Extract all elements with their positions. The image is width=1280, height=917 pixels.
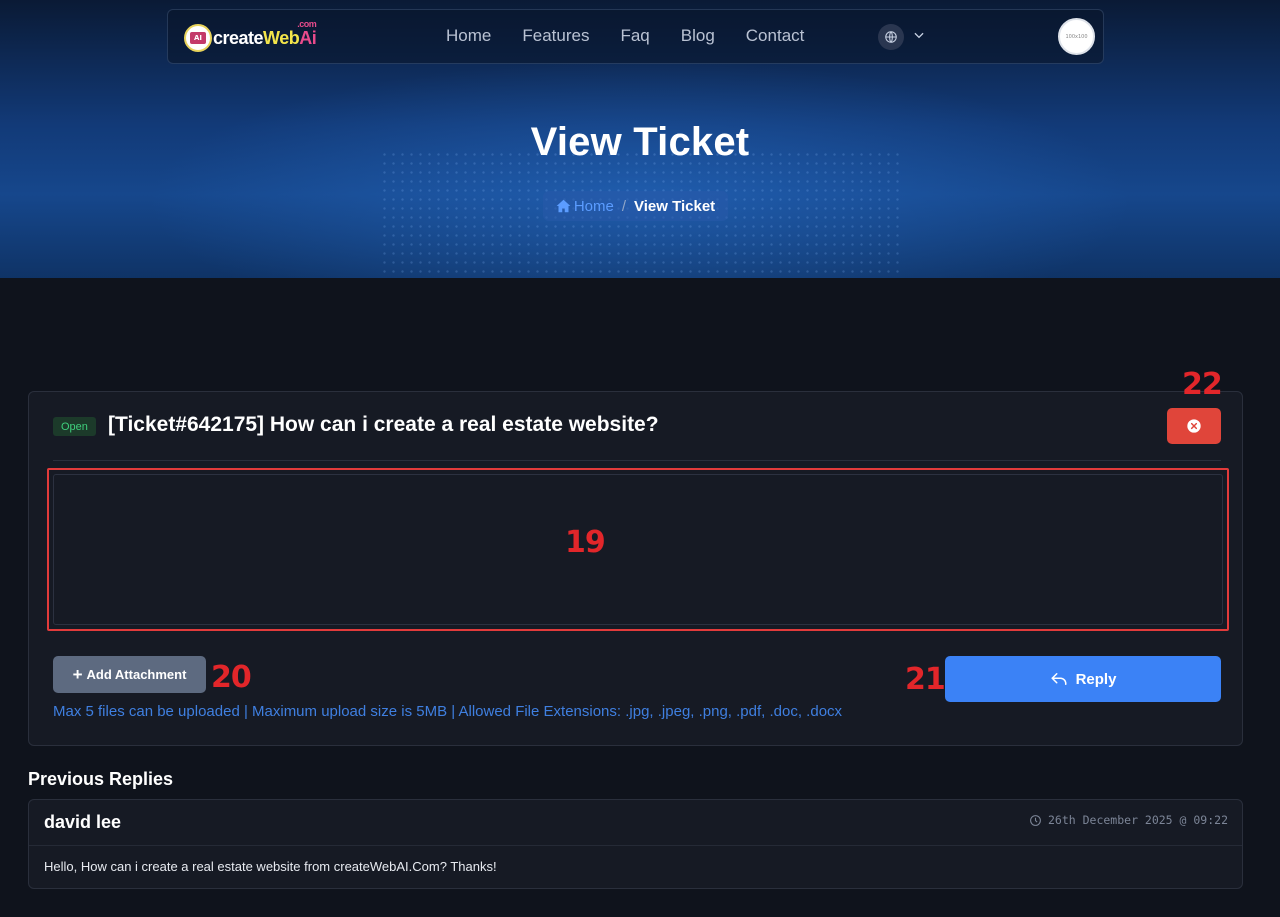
annotation-label-reply: 21	[905, 662, 946, 697]
reply-button[interactable]: Reply	[945, 656, 1221, 702]
annotation-label-attach: 20	[211, 660, 252, 695]
hero-banner: AI createWebAi .com Home Features Faq Bl…	[0, 0, 1280, 278]
reply-button-label: Reply	[1075, 670, 1117, 688]
breadcrumb-separator: /	[621, 197, 626, 215]
reply-time-text: 26th December 2025 @ 09:22	[1047, 813, 1228, 827]
globe-icon	[878, 24, 904, 50]
language-selector[interactable]	[878, 24, 926, 50]
nav-links: Home Features Faq Blog Contact	[446, 26, 835, 46]
reply-editor[interactable]	[53, 474, 1223, 625]
header-divider	[53, 460, 1221, 461]
clock-icon	[1030, 814, 1041, 826]
annotation-label-close: 22	[1182, 367, 1223, 402]
chevron-down-icon	[912, 28, 926, 47]
status-badge: Open	[53, 417, 96, 436]
nav-link-home[interactable]: Home	[446, 26, 491, 46]
close-icon	[1187, 419, 1201, 433]
top-navbar: AI createWebAi .com Home Features Faq Bl…	[167, 9, 1104, 64]
user-avatar[interactable]: 100x100	[1058, 18, 1095, 55]
logo-icon: AI	[184, 24, 212, 52]
logo-wordmark: createWebAi .com	[213, 19, 317, 49]
site-logo[interactable]: AI createWebAi .com	[184, 19, 317, 55]
reply-arrow-icon	[1051, 673, 1067, 685]
reply-author: david lee	[44, 812, 122, 832]
upload-hint: Max 5 files can be uploaded | Maximum up…	[53, 703, 843, 720]
reply-message: Hello, How can i create a real estate we…	[44, 859, 497, 874]
home-icon	[556, 199, 571, 213]
ticket-title: [Ticket#642175] How can i create a real …	[108, 413, 659, 436]
ticket-card: Open [Ticket#642175] How can i create a …	[28, 367, 1243, 746]
reply-item: david lee 26th December 2025 @ 09:22 Hel…	[28, 799, 1243, 889]
editor-highlight-frame: 19	[47, 468, 1229, 631]
breadcrumb-current: View Ticket	[634, 197, 716, 215]
logo-text-accent: Web	[263, 27, 300, 48]
plus-icon: +	[72, 664, 83, 684]
close-ticket-button[interactable]	[1167, 408, 1221, 444]
reply-divider	[29, 845, 1242, 846]
add-attachment-label: Add Attachment	[86, 667, 187, 682]
add-attachment-button[interactable]: + Add Attachment	[53, 656, 206, 693]
nav-link-blog[interactable]: Blog	[681, 26, 715, 46]
breadcrumb-home-label: Home	[573, 197, 614, 215]
logo-tld: .com	[297, 18, 317, 29]
page-title: View Ticket	[530, 120, 750, 164]
reply-timestamp: 26th December 2025 @ 09:22	[1029, 813, 1228, 827]
breadcrumb: Home / View Ticket	[543, 191, 728, 221]
logo-text-main: create	[213, 27, 264, 48]
previous-replies-heading: Previous Replies	[28, 769, 174, 789]
nav-link-features[interactable]: Features	[522, 26, 589, 46]
nav-link-faq[interactable]: Faq	[620, 26, 649, 46]
annotation-label-editor: 19	[565, 525, 606, 560]
logo-text-suffix: Ai	[299, 27, 317, 48]
logo-badge-text: AI	[190, 32, 206, 44]
breadcrumb-home[interactable]: Home	[556, 198, 614, 215]
nav-link-contact[interactable]: Contact	[746, 26, 805, 46]
